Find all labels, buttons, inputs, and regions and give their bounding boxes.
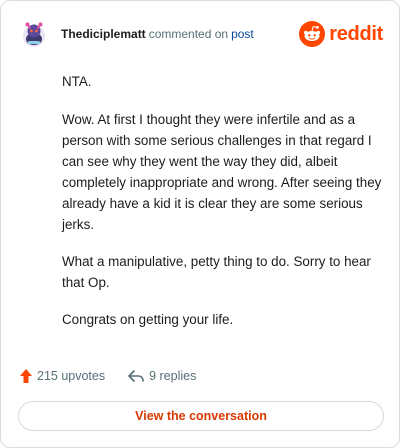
view-conversation-button[interactable]: View the conversation bbox=[18, 401, 384, 431]
comment-paragraph: What a manipulative, petty thing to do. … bbox=[62, 254, 371, 290]
upvote-label: 215 upvotes bbox=[37, 369, 106, 383]
brand-wordmark: reddit bbox=[329, 23, 383, 45]
comment-paragraph: Wow. At first I thought they were infert… bbox=[62, 112, 382, 232]
comment-body: NTA. Wow. At first I thought they were i… bbox=[62, 71, 382, 346]
username-link[interactable]: Thediciplematt bbox=[61, 27, 146, 41]
reddit-brand[interactable]: reddit bbox=[299, 21, 383, 47]
reddit-logo-icon bbox=[299, 21, 326, 47]
upvote-arrow-icon bbox=[20, 369, 32, 383]
reply-count[interactable]: 9 replies bbox=[127, 368, 196, 384]
comment-embed-card: Thediciplematt commented on post reddit NT… bbox=[0, 0, 400, 448]
action-text: commented on bbox=[148, 27, 229, 41]
comment-header: Thediciplematt commented on post reddit bbox=[19, 17, 383, 51]
comment-meta: Thediciplematt commented on post bbox=[61, 27, 254, 41]
reply-label: 9 replies bbox=[149, 369, 197, 383]
comment-footer: 215 upvotes 9 replies bbox=[19, 365, 196, 387]
reply-arrow-icon bbox=[128, 370, 144, 382]
comment-paragraph: NTA. bbox=[62, 74, 92, 89]
snoo-avatar-icon[interactable] bbox=[19, 19, 49, 49]
comment-paragraph: Congrats on getting your life. bbox=[62, 312, 234, 327]
upvote-count[interactable]: 215 upvotes bbox=[19, 368, 105, 384]
post-link[interactable]: post bbox=[231, 27, 254, 41]
